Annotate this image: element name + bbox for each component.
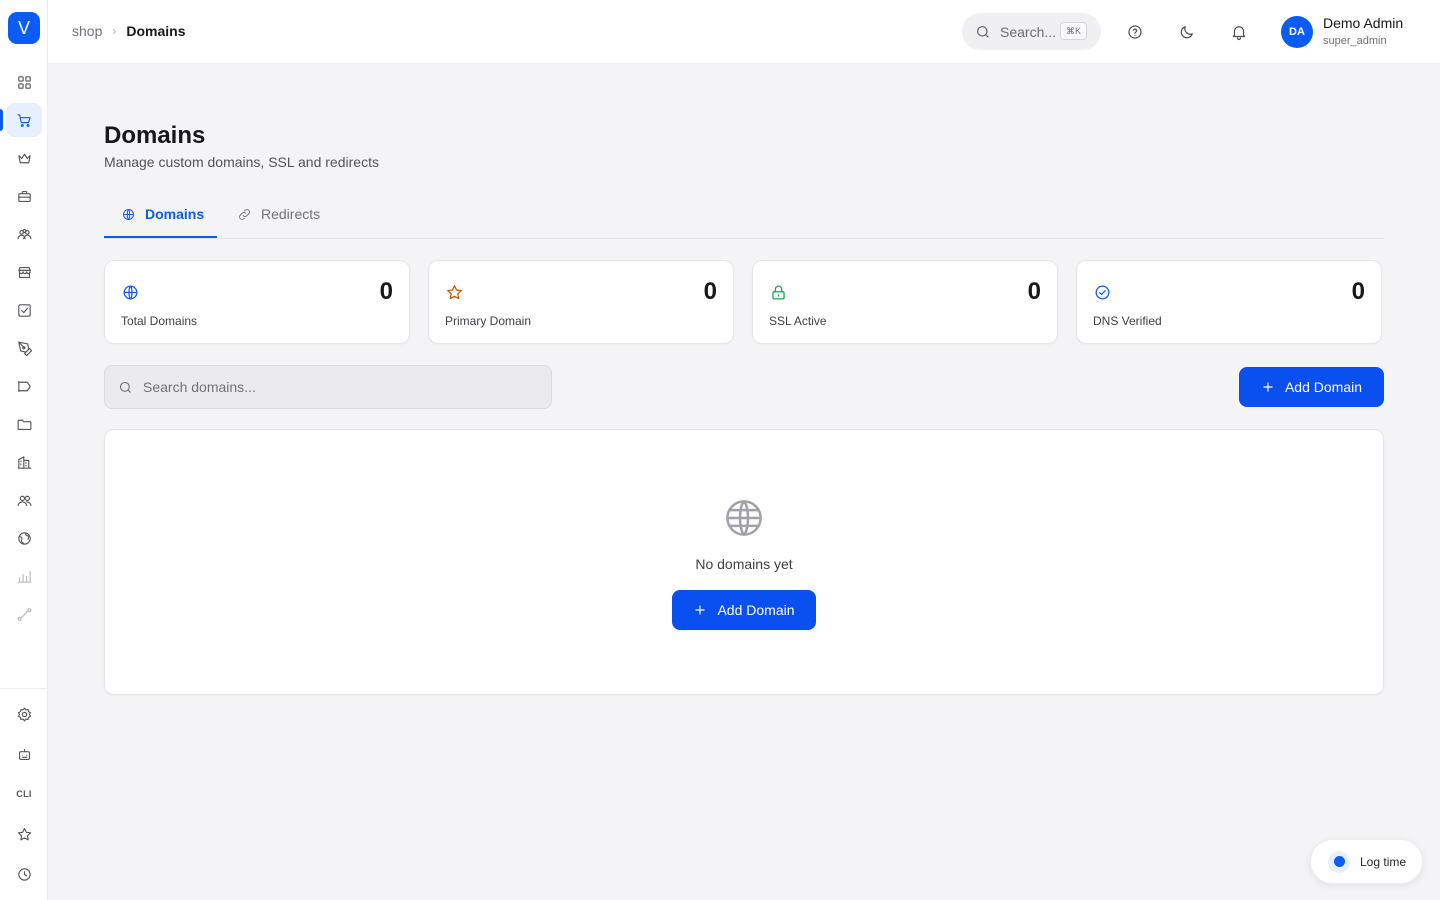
timer-icon — [1328, 850, 1350, 873]
empty-state-message: No domains yet — [695, 556, 793, 572]
theme-toggle-button[interactable] — [1175, 20, 1199, 44]
folder-icon — [17, 419, 31, 430]
globe-icon — [17, 531, 31, 545]
add-domain-label: Add Domain — [1284, 379, 1363, 395]
avatar[interactable]: DA — [1281, 16, 1313, 48]
stat-card-total-domains: 0 Total Domains — [104, 260, 410, 344]
checkbox-icon — [17, 303, 31, 317]
notifications-button[interactable] — [1227, 20, 1251, 44]
sidebar-item-shop[interactable] — [6, 103, 42, 137]
sidebar-item-marketing[interactable] — [6, 369, 42, 403]
empty-add-domain-label: Add Domain — [717, 602, 795, 618]
sidebar-item-tasks[interactable] — [6, 293, 42, 327]
search-icon — [119, 381, 131, 393]
user-role: super_admin — [1323, 35, 1387, 47]
breadcrumb-root[interactable]: shop — [72, 23, 102, 39]
link-icon — [239, 209, 250, 220]
global-search-placeholder: Search... — [1000, 23, 1057, 40]
page-title: Domains — [104, 122, 206, 149]
global-search[interactable]: Search... ⌘K — [962, 13, 1101, 50]
tabs-divider — [104, 238, 1384, 239]
stat-label: SSL Active — [769, 314, 827, 328]
help-icon — [1128, 25, 1142, 39]
globe-icon — [123, 209, 134, 220]
building-icon — [17, 455, 31, 469]
bell-icon — [1232, 26, 1246, 41]
sidebar-item-membership[interactable] — [6, 141, 42, 175]
tab-redirects-label: Redirects — [261, 206, 321, 222]
stat-value: 0 — [703, 278, 717, 305]
empty-add-domain-button[interactable]: Add Domain — [672, 590, 816, 630]
sidebar-item-routes[interactable] — [6, 597, 42, 631]
user-name[interactable]: Demo Admin — [1323, 15, 1403, 31]
sidebar-item-customers[interactable] — [6, 217, 42, 251]
clock-icon — [17, 867, 31, 881]
robot-icon — [18, 748, 30, 760]
sidebar-item-design[interactable] — [6, 331, 42, 365]
sidebar-item-companies[interactable] — [6, 445, 42, 479]
active-indicator — [0, 109, 3, 131]
breadcrumb-current: Domains — [126, 23, 186, 39]
sidebar-item-history[interactable] — [6, 857, 42, 891]
megaphone-icon — [17, 380, 31, 392]
tab-domains[interactable]: Domains — [104, 204, 217, 238]
stat-card-primary-domain: 0 Primary Domain — [428, 260, 734, 344]
log-time-label: Log time — [1360, 854, 1407, 869]
app-logo[interactable]: V — [8, 12, 40, 44]
lock-icon — [769, 283, 789, 303]
search-shortcut-badge: ⌘K — [1059, 22, 1087, 40]
sidebar-item-favorites[interactable] — [6, 817, 42, 851]
moon-icon — [1180, 26, 1193, 39]
sidebar-item-domains[interactable] — [6, 521, 42, 555]
stat-card-ssl-active: 0 SSL Active — [752, 260, 1058, 344]
team-icon — [17, 495, 31, 506]
sidebar-item-cli[interactable]: CLI — [6, 777, 42, 811]
check-circle-icon — [1093, 283, 1113, 303]
stat-value: 0 — [1027, 278, 1041, 305]
page-subtitle: Manage custom domains, SSL and redirects — [104, 154, 379, 170]
chevron-right-icon: › — [112, 24, 117, 38]
stat-label: Primary Domain — [445, 314, 532, 328]
top-header: shop › Domains Search... ⌘K DA Demo Admi… — [48, 0, 1440, 64]
stat-value: 0 — [1351, 278, 1365, 305]
add-domain-button[interactable]: Add Domain — [1239, 367, 1384, 407]
store-icon — [17, 266, 31, 278]
star-icon — [445, 283, 465, 303]
domain-search-placeholder: Search domains... — [143, 379, 256, 395]
settings-icon — [17, 707, 31, 721]
cli-icon: CLI — [16, 789, 32, 799]
stat-label: DNS Verified — [1093, 314, 1162, 328]
help-button[interactable] — [1123, 20, 1147, 44]
sidebar-item-team[interactable] — [6, 483, 42, 517]
pen-tool-icon — [17, 341, 32, 356]
sidebar-item-products[interactable] — [6, 179, 42, 213]
log-time-button[interactable]: Log time — [1310, 839, 1423, 884]
stat-label: Total Domains — [121, 314, 198, 328]
sidebar-item-ai[interactable] — [6, 737, 42, 771]
stat-value: 0 — [379, 278, 393, 305]
cart-icon — [17, 113, 31, 127]
globe-icon — [723, 497, 765, 539]
sidebar: V CLI — [0, 0, 48, 900]
plus-icon — [1263, 382, 1273, 392]
sidebar-item-dashboard[interactable] — [6, 65, 42, 99]
sidebar-divider — [0, 688, 48, 689]
sidebar-item-settings[interactable] — [6, 697, 42, 731]
tab-domains-label: Domains — [145, 206, 205, 222]
search-icon — [977, 25, 989, 38]
domain-search-input[interactable]: Search domains... — [104, 365, 552, 409]
tab-redirects[interactable]: Redirects — [237, 204, 320, 238]
breadcrumb: shop › Domains — [72, 23, 185, 39]
dashboard-icon — [17, 75, 31, 89]
route-icon — [17, 607, 31, 621]
sidebar-item-store[interactable] — [6, 255, 42, 289]
star-icon — [17, 827, 31, 840]
users-group-icon — [17, 228, 31, 239]
plus-icon — [695, 605, 706, 615]
globe-icon — [121, 283, 141, 303]
crown-icon — [17, 153, 31, 163]
sidebar-item-files[interactable] — [6, 407, 42, 441]
briefcase-icon — [17, 190, 31, 202]
stat-card-dns-verified: 0 DNS Verified — [1076, 260, 1382, 344]
